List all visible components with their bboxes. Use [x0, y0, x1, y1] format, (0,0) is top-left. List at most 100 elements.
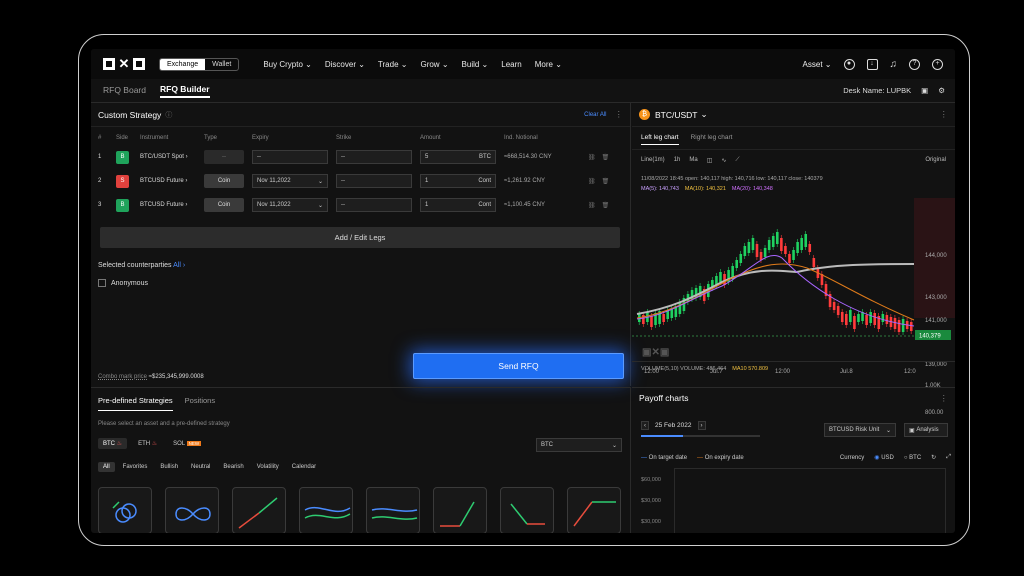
- payoff-more-icon[interactable]: ⋮: [940, 393, 949, 404]
- type-select[interactable]: Coin: [204, 198, 244, 212]
- filter-calendar[interactable]: Calendar: [287, 462, 321, 472]
- payoff-chart-area[interactable]: [674, 468, 946, 533]
- strategy-card-7[interactable]: [500, 487, 554, 533]
- strategy-card-6[interactable]: [433, 487, 487, 533]
- link-icon[interactable]: ⛓: [588, 154, 596, 161]
- candle-icon[interactable]: ◫: [707, 157, 713, 164]
- leg-number: 3: [98, 202, 102, 208]
- type-select[interactable]: Coin: [204, 174, 244, 188]
- tab-predefined-strategies[interactable]: Pre-defined Strategies: [98, 396, 173, 411]
- expiry-select[interactable]: --: [252, 150, 328, 164]
- nav-learn[interactable]: Learn: [501, 60, 521, 69]
- date-slider[interactable]: [641, 435, 760, 437]
- settings-icon[interactable]: ⚙: [938, 86, 945, 95]
- instrument-select[interactable]: BTC/USDT Spot ›: [140, 154, 204, 160]
- delete-icon[interactable]: 🗑: [602, 178, 610, 185]
- pair-chevron-icon[interactable]: ⌄: [701, 109, 708, 120]
- amount-input[interactable]: 5 BTC: [420, 150, 496, 164]
- expiry-select[interactable]: Nov 11,2022 ⌄: [252, 198, 328, 212]
- help-icon[interactable]: ?: [909, 58, 920, 70]
- analysis-button[interactable]: ▣ Analysis: [904, 423, 948, 437]
- candlestick-chart[interactable]: 140,379 144,000 143,000 141,000 139,000 …: [632, 198, 955, 386]
- tab-rfq-board[interactable]: RFQ Board: [103, 85, 146, 97]
- refresh-icon[interactable]: ↻: [931, 454, 936, 461]
- delete-icon[interactable]: 🗑: [602, 202, 610, 209]
- strategy-card-4[interactable]: [299, 487, 353, 533]
- layout-icon[interactable]: ▣: [921, 86, 928, 95]
- strategy-card-8[interactable]: [567, 487, 621, 533]
- strike-input[interactable]: --: [336, 174, 412, 188]
- type-select[interactable]: --: [204, 150, 244, 164]
- filter-bearish[interactable]: Bearish: [218, 462, 248, 472]
- strategy-card-1[interactable]: [98, 487, 152, 533]
- globe-icon[interactable]: +: [932, 58, 943, 70]
- instrument-select[interactable]: BTCUSD Future ›: [140, 178, 204, 184]
- okx-logo[interactable]: ✕: [103, 57, 145, 70]
- nav-trade[interactable]: Trade ⌄: [378, 60, 408, 69]
- interval-select[interactable]: Line(1m): [641, 157, 665, 164]
- filter-bullish[interactable]: Bullish: [155, 462, 183, 472]
- nav-build[interactable]: Build ⌄: [462, 60, 489, 69]
- chart-more-icon[interactable]: ⋮: [940, 109, 949, 120]
- tab-positions[interactable]: Positions: [185, 396, 215, 411]
- instrument-select[interactable]: BTCUSD Future ›: [140, 202, 204, 208]
- side-badge[interactable]: B: [116, 198, 129, 212]
- filter-volatility[interactable]: Volatility: [252, 462, 284, 472]
- more-icon[interactable]: ⋮: [615, 109, 624, 120]
- risk-unit-select[interactable]: BTCUSD Risk Unit ⌄: [824, 423, 896, 437]
- date-next-button[interactable]: ›: [697, 421, 706, 430]
- add-edit-legs-button[interactable]: Add / Edit Legs: [100, 227, 620, 248]
- link-icon[interactable]: ⛓: [588, 202, 596, 209]
- download-icon[interactable]: ↓: [866, 58, 878, 70]
- tab-left-leg[interactable]: Left leg chart: [641, 134, 679, 145]
- strategy-card-3[interactable]: [232, 487, 286, 533]
- timeframe-select[interactable]: 1h: [674, 157, 681, 164]
- amount-input[interactable]: 1 Cont: [420, 198, 496, 212]
- side-badge[interactable]: S: [116, 174, 129, 188]
- amount-input[interactable]: 1 Cont: [420, 174, 496, 188]
- side-badge[interactable]: B: [116, 150, 129, 164]
- col-expiry: Expiry: [252, 135, 269, 141]
- nav-grow[interactable]: Grow ⌄: [420, 60, 448, 69]
- send-rfq-button[interactable]: Send RFQ: [413, 353, 624, 379]
- user-icon[interactable]: ●: [843, 58, 855, 70]
- original-toggle[interactable]: Original: [925, 157, 946, 164]
- date-prev-button[interactable]: ‹: [641, 421, 649, 430]
- currency-usd[interactable]: ◉ USD: [874, 454, 894, 461]
- anonymous-checkbox[interactable]: [98, 279, 106, 287]
- strategy-card-2[interactable]: [165, 487, 219, 533]
- nav-more[interactable]: More ⌄: [535, 60, 562, 69]
- draw-icon[interactable]: ⟋: [735, 157, 739, 164]
- clear-all-link[interactable]: Clear All: [584, 112, 606, 118]
- all-counterparties-link[interactable]: All: [173, 262, 181, 269]
- nav-discover[interactable]: Discover ⌄: [325, 60, 365, 69]
- bell-icon[interactable]: ♫: [890, 59, 898, 70]
- filter-neutral[interactable]: Neutral: [186, 462, 215, 472]
- strike-input[interactable]: --: [336, 198, 412, 212]
- asset-btc[interactable]: BTC ♨: [98, 438, 128, 449]
- strike-input[interactable]: --: [336, 150, 412, 164]
- info-icon[interactable]: ⓘ: [165, 110, 172, 120]
- indicator-icon[interactable]: ∿: [721, 157, 726, 164]
- expiry-select[interactable]: Nov 11,2022 ⌄: [252, 174, 328, 188]
- link-icon[interactable]: ⛓: [588, 178, 596, 185]
- ma-select[interactable]: Ma: [689, 157, 697, 164]
- expand-icon[interactable]: ⤢: [946, 454, 951, 461]
- filter-all[interactable]: All: [98, 462, 115, 472]
- tab-rfq-builder[interactable]: RFQ Builder: [160, 84, 210, 98]
- asset-eth[interactable]: ETH ♨: [133, 438, 162, 449]
- asset-sol[interactable]: SOL NEW: [168, 439, 206, 449]
- payoff-ytick-3: $30,000: [641, 519, 661, 525]
- filter-favorites[interactable]: Favorites: [118, 462, 153, 472]
- asset-menu[interactable]: Asset ⌄: [803, 60, 832, 69]
- delete-icon[interactable]: 🗑: [602, 154, 610, 161]
- currency-btc[interactable]: ○ BTC: [904, 455, 921, 461]
- tab-right-leg[interactable]: Right leg chart: [691, 134, 733, 145]
- nav-buy-crypto[interactable]: Buy Crypto ⌄: [263, 60, 312, 69]
- wallet-tab[interactable]: Wallet: [205, 59, 238, 70]
- asset-select[interactable]: BTC ⌄: [536, 438, 622, 452]
- pair-selector[interactable]: BTC/USDT: [655, 110, 698, 120]
- exchange-tab[interactable]: Exchange: [160, 58, 206, 70]
- anonymous-option[interactable]: Anonymous: [98, 279, 148, 287]
- strategy-card-5[interactable]: [366, 487, 420, 533]
